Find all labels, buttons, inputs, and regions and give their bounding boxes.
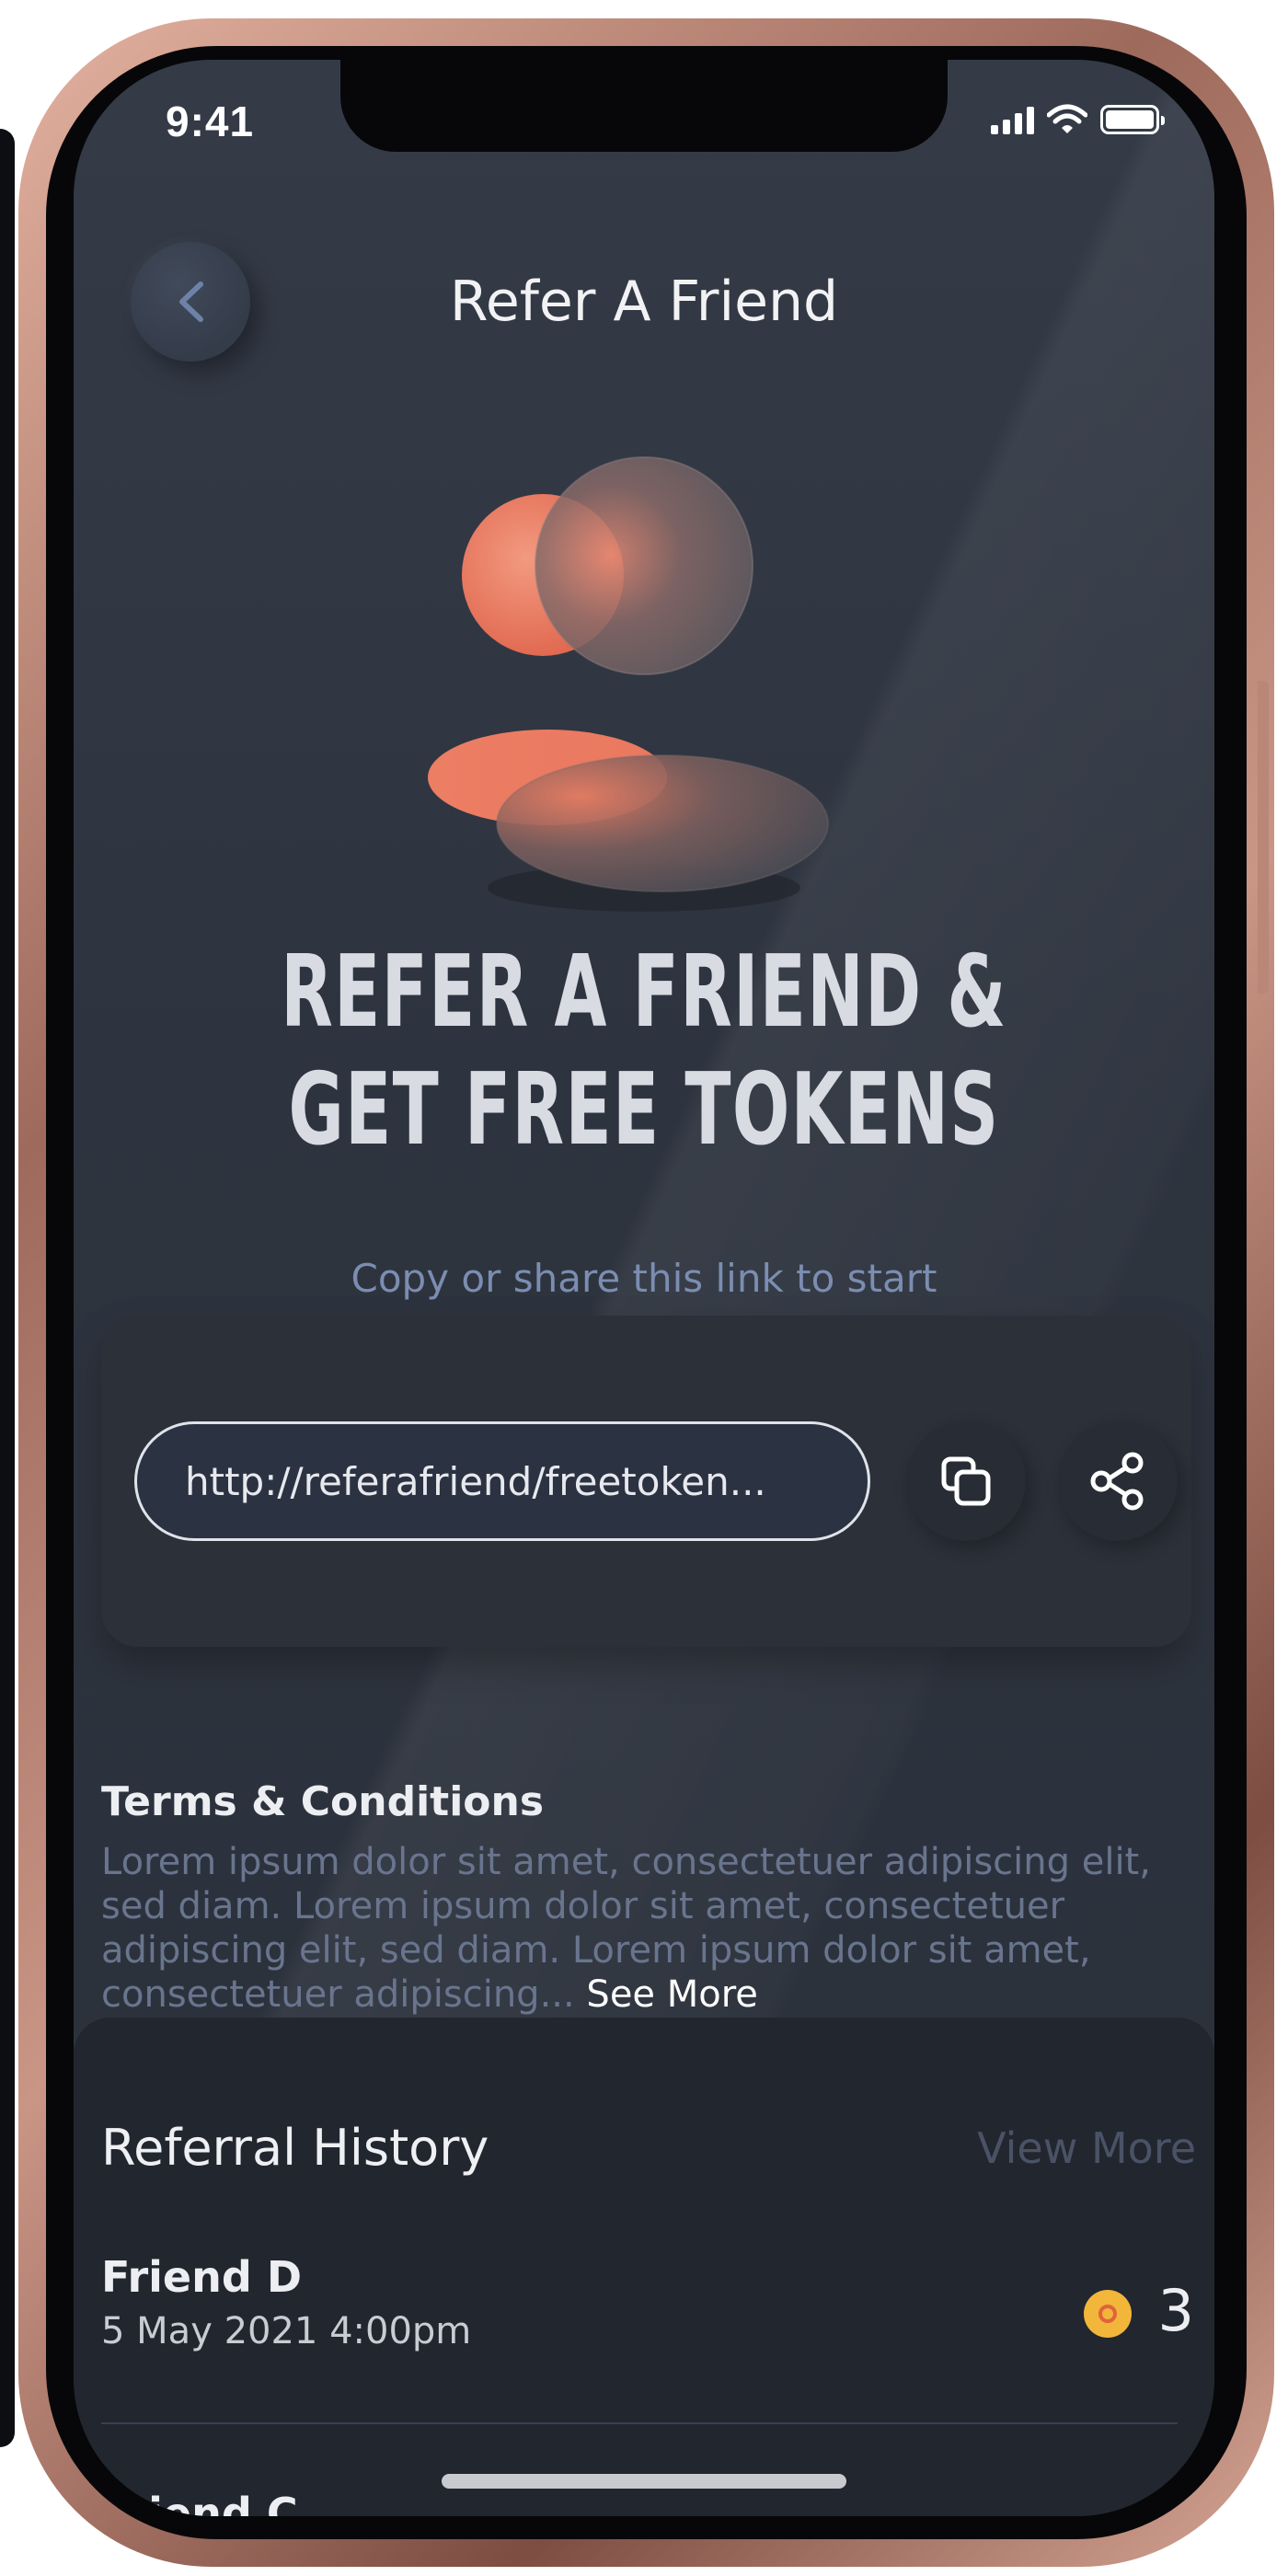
status-icons [991,104,1165,135]
share-icon [1090,1452,1144,1511]
view-more-link[interactable]: View More [977,2123,1196,2173]
share-button[interactable] [1058,1421,1178,1541]
notch [340,60,948,152]
adjacent-device [0,129,15,2447]
history-title: Referral History [101,2119,489,2177]
subtitle: Copy or share this link to start [351,1256,937,1301]
headline-line-2: GET FREE TOKENS [288,1052,1000,1167]
copy-button[interactable] [906,1421,1026,1541]
history-item-name: Friend D [101,2252,303,2302]
headline-line-1: REFER A FRIEND & [281,935,1007,1050]
referral-link-card: http://referafriend/freetoken... [101,1316,1191,1647]
token-icon [1084,2290,1132,2338]
refer-friend-illustration [428,456,829,912]
page-title: Refer A Friend [449,270,839,334]
copy-icon [941,1456,991,1506]
history-item-tokens: 3 [1157,2277,1194,2344]
referral-history-panel: Referral History View More Friend D 5 Ma… [74,2018,1214,2516]
home-indicator[interactable] [442,2474,846,2489]
history-item-date: 5 May 2021 4:00pm [101,2310,472,2352]
headline: REFER A FRIEND & GET FREE TOKENS [256,934,1031,1169]
row-divider [101,2422,1178,2424]
signal-icon [991,105,1034,134]
terms-title: Terms & Conditions [101,1778,545,1825]
battery-icon [1100,105,1165,134]
see-more-link[interactable]: See More [575,1973,758,2016]
status-time: 9:41 [166,98,255,145]
referral-link-field[interactable]: http://referafriend/freetoken... [134,1421,870,1541]
side-button [1258,681,1269,994]
history-item-name: Friend C [101,2489,298,2516]
wifi-icon [1047,104,1087,133]
phone-screen: 9:41 Refer A Friend REFER A FRIEND & GET… [74,60,1214,2516]
terms-body: Lorem ipsum dolor sit amet, consectetuer… [101,1840,1196,2017]
